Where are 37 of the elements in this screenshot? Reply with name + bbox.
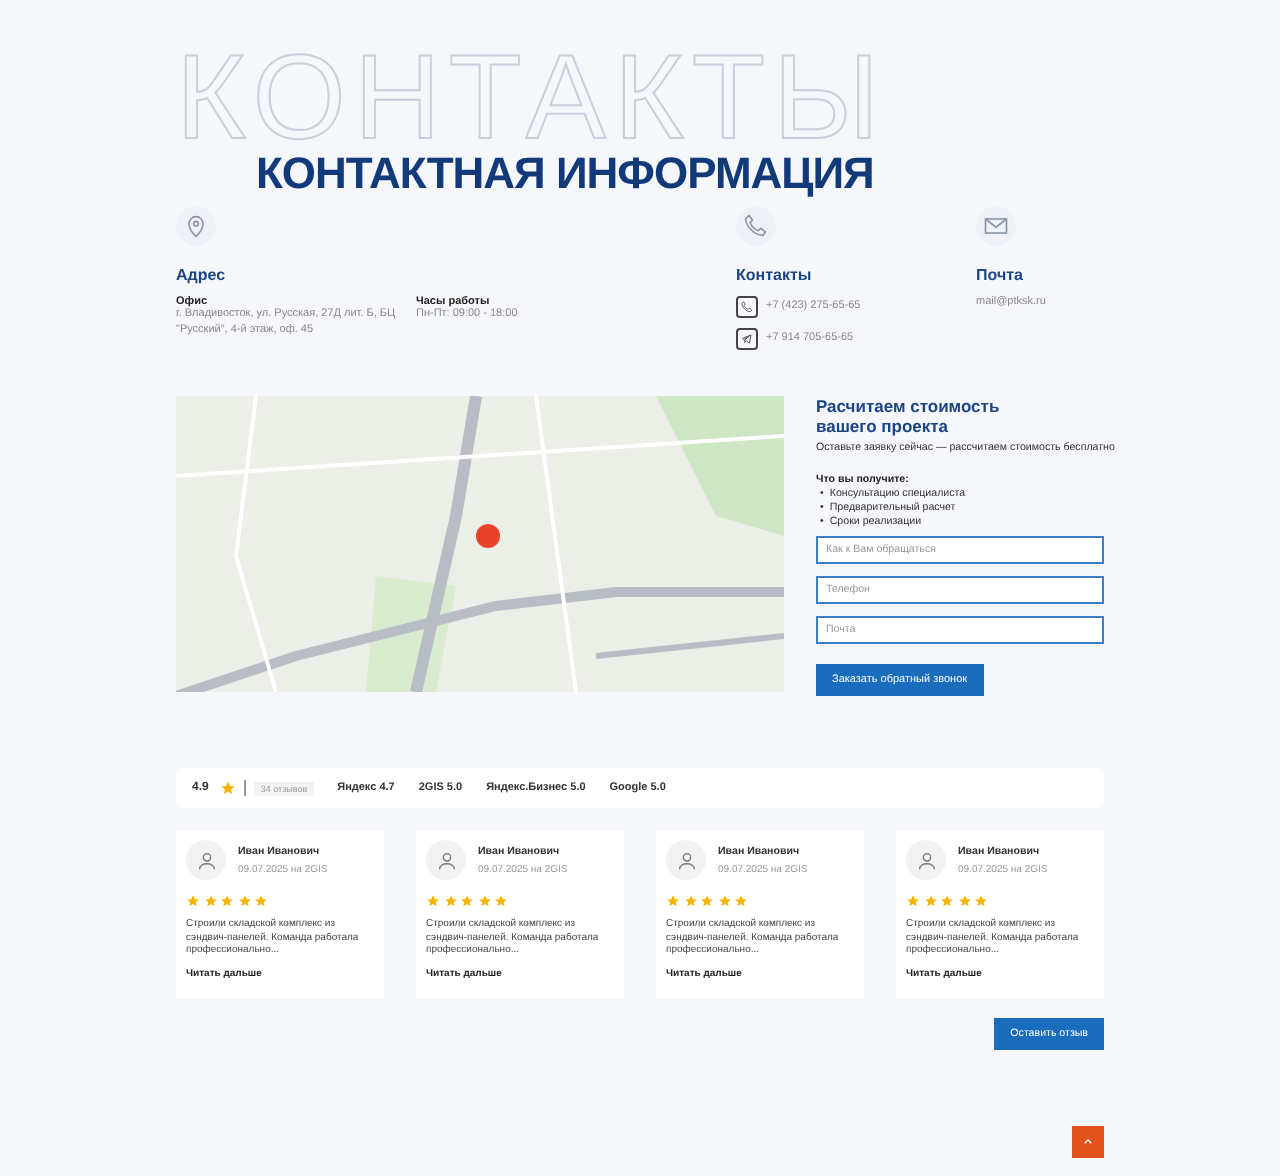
phone-icon	[736, 296, 758, 318]
star-icon	[203, 894, 217, 908]
contacts-title: Контакты	[736, 266, 814, 284]
star-icon	[734, 894, 748, 908]
scroll-top-button[interactable]	[1072, 1126, 1104, 1158]
avatar-icon	[666, 840, 706, 880]
location-pin-icon	[182, 212, 210, 240]
star-icon	[957, 894, 971, 908]
star-icon	[666, 894, 680, 908]
form-title: Расчитаем стоимость вашего проекта	[816, 396, 1002, 436]
star-icon	[186, 894, 200, 908]
star-icon	[460, 894, 474, 908]
star-icon	[220, 780, 237, 796]
avatar-icon	[186, 840, 226, 880]
address-title: Адрес	[176, 266, 228, 284]
map-placeholder[interactable]	[176, 396, 784, 692]
telegram-icon	[736, 328, 758, 350]
star-icon	[426, 894, 440, 908]
star-icon	[940, 894, 954, 908]
phone-icon	[742, 212, 770, 240]
avatar-icon	[906, 840, 946, 880]
star-icon	[906, 894, 920, 908]
star-icon	[477, 894, 491, 908]
star-icon	[683, 894, 697, 908]
star-icon	[923, 894, 937, 908]
star-icon	[494, 894, 508, 908]
avatar-icon	[426, 840, 466, 880]
mail-title: Почта	[976, 266, 1025, 284]
star-icon	[974, 894, 988, 908]
envelope-icon	[982, 212, 1010, 240]
star-icon	[717, 894, 731, 908]
star-icon	[443, 894, 457, 908]
star-icon	[254, 894, 268, 908]
star-icon	[237, 894, 251, 908]
section-heading: КОНТАКТНАЯ ИНФОРМАЦИЯ	[256, 150, 876, 198]
star-icon	[700, 894, 714, 908]
star-icon	[220, 894, 234, 908]
